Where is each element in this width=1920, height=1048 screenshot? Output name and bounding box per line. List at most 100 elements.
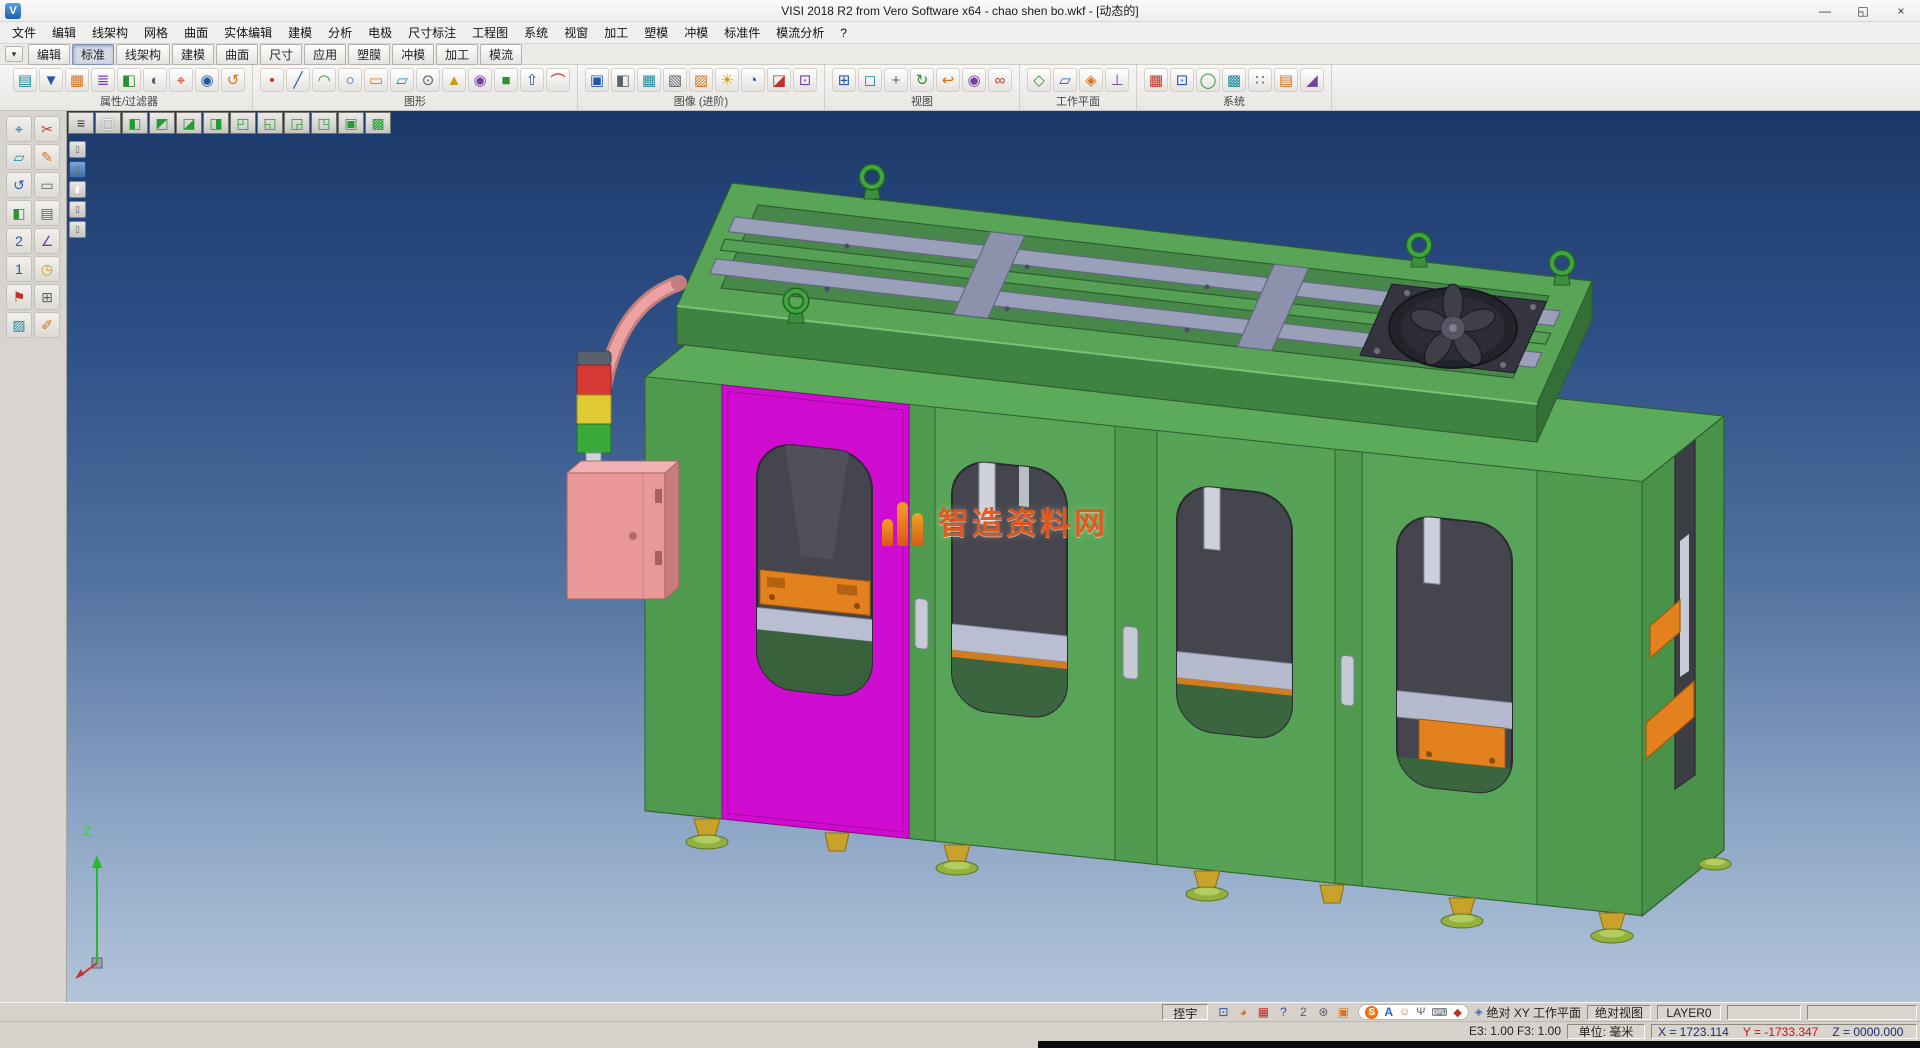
toolbar-tab[interactable]: 尺寸 bbox=[260, 44, 302, 65]
layer-filter-icon[interactable]: ≣ bbox=[91, 68, 115, 92]
toolbar-tab[interactable]: 曲面 bbox=[216, 44, 258, 65]
menu-item[interactable]: 系统 bbox=[516, 22, 556, 43]
circle-icon[interactable]: ○ bbox=[338, 68, 362, 92]
workplane-flat-icon[interactable]: ▱ bbox=[1053, 68, 1077, 92]
restore-button[interactable]: ◱ bbox=[1844, 0, 1882, 21]
arc-icon[interactable]: ◠ bbox=[312, 68, 336, 92]
tab-dropdown-button[interactable]: ▾ bbox=[5, 46, 23, 62]
select-icon[interactable]: ⌖ bbox=[6, 116, 32, 142]
snap-grid-icon[interactable]: ∷ bbox=[1248, 68, 1272, 92]
view-plain-icon[interactable]: ▢ bbox=[95, 112, 121, 134]
stereo-icon[interactable]: ∞ bbox=[988, 68, 1012, 92]
polygon-icon[interactable]: ▱ bbox=[390, 68, 414, 92]
toolbar-tab[interactable]: 应用 bbox=[304, 44, 346, 65]
menu-item[interactable]: 标准件 bbox=[716, 22, 768, 43]
toolbar-tab[interactable]: 线架构 bbox=[116, 44, 170, 65]
menu-item[interactable]: 实体编辑 bbox=[216, 22, 280, 43]
ime-mode-icon[interactable]: A bbox=[1384, 1005, 1393, 1019]
menu-item[interactable]: ? bbox=[832, 24, 855, 42]
print-icon[interactable]: ⊞ bbox=[34, 284, 60, 310]
menu-item[interactable]: 网格 bbox=[136, 22, 176, 43]
workplane-xy-icon[interactable]: ◇ bbox=[1027, 68, 1051, 92]
menu-item[interactable]: 分析 bbox=[320, 22, 360, 43]
toolbar-tab[interactable]: 模流 bbox=[480, 44, 522, 65]
rectangle-icon[interactable]: ▭ bbox=[364, 68, 388, 92]
extrude-icon[interactable]: ⇧ bbox=[520, 68, 544, 92]
keyboard-icon[interactable]: ⌨ bbox=[1431, 1006, 1447, 1019]
menu-item[interactable]: 曲面 bbox=[176, 22, 216, 43]
toolbar-tab[interactable]: 加工 bbox=[436, 44, 478, 65]
menu-item[interactable]: 模流分析 bbox=[768, 22, 832, 43]
table-icon[interactable]: ▤ bbox=[1274, 68, 1298, 92]
monitor-icon[interactable]: ⊡ bbox=[1170, 68, 1194, 92]
toolbar-tab[interactable]: 建模 bbox=[172, 44, 214, 65]
zoom-window-icon[interactable]: ◻ bbox=[858, 68, 882, 92]
trim-icon[interactable]: ✂ bbox=[34, 116, 60, 142]
display-icon[interactable]: ⊡ bbox=[1214, 1005, 1232, 1020]
camera-icon[interactable]: ◉ bbox=[962, 68, 986, 92]
view-top-icon[interactable]: ◩ bbox=[149, 112, 175, 134]
dim-linear-icon[interactable]: 2 bbox=[6, 228, 32, 254]
close-button[interactable]: × bbox=[1882, 0, 1920, 21]
render-icon[interactable]: ▣ bbox=[585, 68, 609, 92]
cylinder-icon[interactable]: ⊙ bbox=[416, 68, 440, 92]
dock-btn-1[interactable]: ▯ bbox=[69, 141, 86, 158]
dim-single-icon[interactable]: 1 bbox=[6, 256, 32, 282]
lighting-icon[interactable]: ☀ bbox=[715, 68, 739, 92]
snap-toggle-button[interactable]: 挃宇 bbox=[1162, 1004, 1208, 1020]
menu-item[interactable]: 尺寸标注 bbox=[400, 22, 464, 43]
menu-item[interactable]: 电极 bbox=[360, 22, 400, 43]
reset-filter-icon[interactable]: ↺ bbox=[221, 68, 245, 92]
menu-item[interactable]: 文件 bbox=[4, 22, 44, 43]
globe-icon[interactable]: ◯ bbox=[1196, 68, 1220, 92]
plane-icon[interactable]: ▱ bbox=[6, 144, 32, 170]
menu-item[interactable]: 线架构 bbox=[84, 22, 136, 43]
view-left-icon[interactable]: ◱ bbox=[257, 112, 283, 134]
angle-icon[interactable]: ∠ bbox=[34, 228, 60, 254]
menu-item[interactable]: 加工 bbox=[596, 22, 636, 43]
layers-icon[interactable]: ▤ bbox=[34, 200, 60, 226]
ime-toolbox-icon[interactable]: ◆ bbox=[1453, 1006, 1461, 1019]
workplane-indicator[interactable]: ◈ 绝对 XY 工作平面 bbox=[1475, 1004, 1581, 1021]
visibility-icon[interactable]: ◉ bbox=[195, 68, 219, 92]
transparency-icon[interactable]: ◔ bbox=[741, 68, 765, 92]
zoom-fit-icon[interactable]: ⊞ bbox=[832, 68, 856, 92]
view-mode-field[interactable]: 绝对视图 bbox=[1587, 1005, 1651, 1020]
menu-item[interactable]: 工程图 bbox=[464, 22, 516, 43]
point-icon[interactable]: • bbox=[260, 68, 284, 92]
viewport-3d[interactable]: ≡▢◧◩◪◨◰◱◲◳▣▩ ▯▯▮▯▯ 智造资料网 Z bbox=[67, 111, 1920, 1002]
shading-icon[interactable]: ◧ bbox=[611, 68, 635, 92]
view-custom-icon[interactable]: ▩ bbox=[365, 112, 391, 134]
note-icon[interactable]: ✐ bbox=[34, 312, 60, 338]
view-menu-icon[interactable]: ≡ bbox=[68, 112, 94, 134]
hidden-line-icon[interactable]: ▧ bbox=[663, 68, 687, 92]
gear-icon[interactable]: ⊛ bbox=[1314, 1005, 1332, 1020]
previous-view-icon[interactable]: ↩ bbox=[936, 68, 960, 92]
minimize-button[interactable]: — bbox=[1806, 0, 1844, 21]
block-icon[interactable]: ■ bbox=[494, 68, 518, 92]
fillet-icon[interactable]: ⌒ bbox=[546, 68, 570, 92]
rotate-view-icon[interactable]: ↻ bbox=[910, 68, 934, 92]
line-icon[interactable]: ╱ bbox=[286, 68, 310, 92]
view-back-icon[interactable]: ◰ bbox=[230, 112, 256, 134]
mic-icon[interactable]: Ψ bbox=[1416, 1006, 1425, 1018]
workplane-pick-icon[interactable]: ◈ bbox=[1079, 68, 1103, 92]
element-filter-icon[interactable]: ◧ bbox=[117, 68, 141, 92]
view-shaded-icon[interactable]: ▣ bbox=[338, 112, 364, 134]
menu-item[interactable]: 塑模 bbox=[636, 22, 676, 43]
texture-icon[interactable]: ▨ bbox=[689, 68, 713, 92]
erase-icon[interactable]: ▭ bbox=[34, 172, 60, 198]
flag-icon[interactable]: ⚑ bbox=[6, 284, 32, 310]
color-table-icon[interactable]: ▦ bbox=[65, 68, 89, 92]
sketch-icon[interactable]: ✎ bbox=[34, 144, 60, 170]
rotate-icon[interactable]: ↺ bbox=[6, 172, 32, 198]
dock-btn-4[interactable]: ▯ bbox=[69, 201, 86, 218]
snapshot-icon[interactable]: ⊡ bbox=[793, 68, 817, 92]
workplane-normal-icon[interactable]: ⊥ bbox=[1105, 68, 1129, 92]
package-icon[interactable]: ▣ bbox=[1334, 1005, 1352, 1020]
perspective-icon[interactable]: ◢ bbox=[1300, 68, 1324, 92]
view-right-icon[interactable]: ◨ bbox=[203, 112, 229, 134]
hatch-icon[interactable]: ▨ bbox=[6, 312, 32, 338]
section-icon[interactable]: ◪ bbox=[767, 68, 791, 92]
emoji-icon[interactable]: ☺ bbox=[1399, 1006, 1410, 1018]
